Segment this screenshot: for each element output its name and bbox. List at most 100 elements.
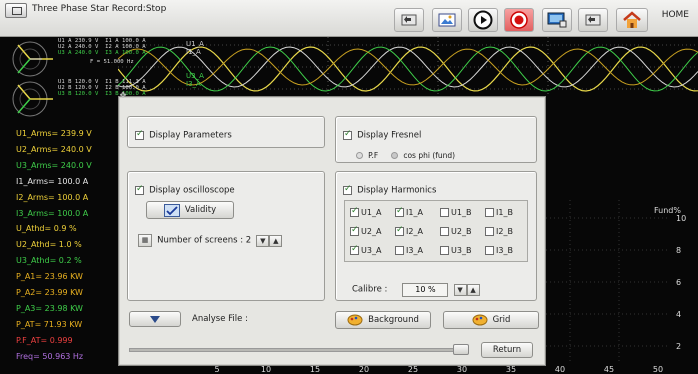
analyse-file-label: Analyse File : [192,314,248,324]
y-tick-label: 2 [676,342,681,351]
measurement-value: Freq= 50.963 Hz [16,351,84,361]
screens-icon[interactable]: ▦ [138,234,152,247]
calibre-value-field[interactable]: 10 % [402,282,449,297]
image-icon [438,13,456,26]
opacity-slider-handle[interactable] [453,344,469,355]
harmonics-channel-grid: U1_A I1_A U1_B I1_B U2_A I2_A U2_B I2_B U3_A I3_A… [344,200,528,262]
y-tick-label: 6 [676,278,681,287]
record-button[interactable] [504,8,534,32]
channel-label: I2_A [406,227,423,236]
grid-button[interactable]: Grid [443,311,539,329]
harmonics-channel-i1-b[interactable]: I1_B [485,208,513,217]
cosphi-radio[interactable] [391,152,399,159]
channel-label: I3_B [496,246,513,255]
measurement-value: I3_Arms= 100.0 A [16,208,89,218]
display-harmonics-label: Display Harmonics [357,185,437,196]
return-dialog-button[interactable]: Return [481,342,533,358]
channel-checkbox[interactable] [350,225,359,236]
x-tick-label: 40 [555,365,565,374]
fresnel-frequency: F = 51.000 Hz [90,59,134,65]
x-tick-label: 20 [359,365,369,374]
return-button[interactable] [578,8,608,32]
grid-label: Grid [492,315,511,325]
channel-label: I3_A [406,246,423,255]
harmonics-channel-i2-b[interactable]: I2_B [485,227,513,236]
harmonics-channel-u1-a[interactable]: U1_A [350,206,382,217]
x-tick-label: 45 [604,365,614,374]
channel-checkbox[interactable] [485,246,494,255]
arrow-down-icon [150,316,160,323]
channel-checkbox[interactable] [485,208,494,217]
channel-label: U1_A [361,208,382,217]
measurement-value: I1_Arms= 100.0 A [16,176,89,186]
harmonics-channel-u3-b[interactable]: U3_B [440,246,471,255]
measurement-value: P_A2= 23.99 KW [16,288,83,297]
calibre-up-button[interactable]: ▲ [466,283,480,296]
channel-checkbox[interactable] [350,206,359,217]
measurement-value: U3_Athd= 0.2 % [16,256,82,266]
back-button[interactable] [394,8,424,32]
wave-label-3: U3_A [186,72,204,80]
harmonics-channel-u3-a[interactable]: U3_A [350,244,381,255]
wave-label-2: I1_A [186,48,201,56]
harmonics-channel-i2-a[interactable]: I2_A [395,225,423,236]
screens-up-button[interactable]: ▲ [269,234,283,247]
display-parameters-checkbox[interactable] [135,129,144,140]
channel-checkbox[interactable] [440,227,449,236]
channel-checkbox[interactable] [395,206,404,217]
harmonics-channel-i3-a[interactable]: I3_A [395,246,423,255]
channel-label: U1_B [451,208,472,217]
measurements-panel: U1 A 230.9 V I1 A 100.0 A U2 A 240.0 V I… [0,37,146,374]
display-fresnel-label: Display Fresnel [357,130,422,141]
opacity-slider-track[interactable] [129,348,469,352]
monitor-icon [547,12,567,28]
measurement-value: U2_Arms= 240.0 V [16,144,92,154]
screens-label: Number of screens : 2 [157,235,252,246]
app-icon[interactable] [5,3,27,18]
home-button[interactable] [616,8,648,32]
window-title: Three Phase Star Record:Stop [32,4,167,14]
screenshot-button[interactable] [432,8,462,32]
channel-label: I1_A [406,208,423,217]
channel-checkbox[interactable] [485,227,494,236]
dialog-grip-icon[interactable]: ❖ [119,91,131,101]
app-screen: Three Phase Star Record:Stop HOME U1_A I… [0,0,698,374]
harmonics-channel-u1-b[interactable]: U1_B [440,208,471,217]
display-fresnel-checkbox[interactable] [343,129,352,140]
background-button[interactable]: Background [335,311,431,329]
calibre-down-button[interactable]: ▼ [453,283,467,296]
pf-radio[interactable] [356,152,363,159]
play-button[interactable] [468,8,498,32]
analyse-file-button[interactable] [129,311,181,327]
harmonics-channel-i1-a[interactable]: I1_A [395,206,423,217]
y-tick-label: 4 [676,310,681,319]
wave-label-4: I3_A [186,80,201,88]
channel-checkbox[interactable] [350,244,359,255]
channel-checkbox[interactable] [440,246,449,255]
x-tick-label: 10 [261,365,271,374]
palette-icon [347,314,363,326]
channel-checkbox[interactable] [395,225,404,236]
display-parameters-label: Display Parameters [149,130,232,141]
x-tick-label: 15 [310,365,320,374]
display-harmonics-checkbox[interactable] [343,184,352,195]
measurement-value: U2_Athd= 1.0 % [16,240,82,250]
background-label: Background [368,315,419,325]
measurement-value: U3_Arms= 240.0 V [16,160,92,170]
validity-button[interactable]: Validity [146,201,234,219]
screens-down-button[interactable]: ▼ [256,234,270,247]
monitor-button[interactable] [542,8,572,32]
display-settings-dialog: ❖ Display Parameters Display Fresnel P.F… [118,91,546,366]
record-icon [510,11,528,29]
display-oscilloscope-checkbox[interactable] [135,184,144,195]
validity-label: Validity [184,205,217,215]
harmonics-channel-u2-a[interactable]: U2_A [350,225,381,236]
y-tick-label: 10 [676,214,686,223]
measurement-value: P_A1= 23.96 KW [16,272,83,282]
channel-checkbox[interactable] [440,208,449,217]
harmonics-channel-i3-b[interactable]: I3_B [485,246,513,255]
harmonics-channel-u2-b[interactable]: U2_B [440,227,471,236]
x-tick-label: 35 [506,365,516,374]
x-tick-label: 25 [408,365,418,374]
channel-checkbox[interactable] [395,246,404,255]
